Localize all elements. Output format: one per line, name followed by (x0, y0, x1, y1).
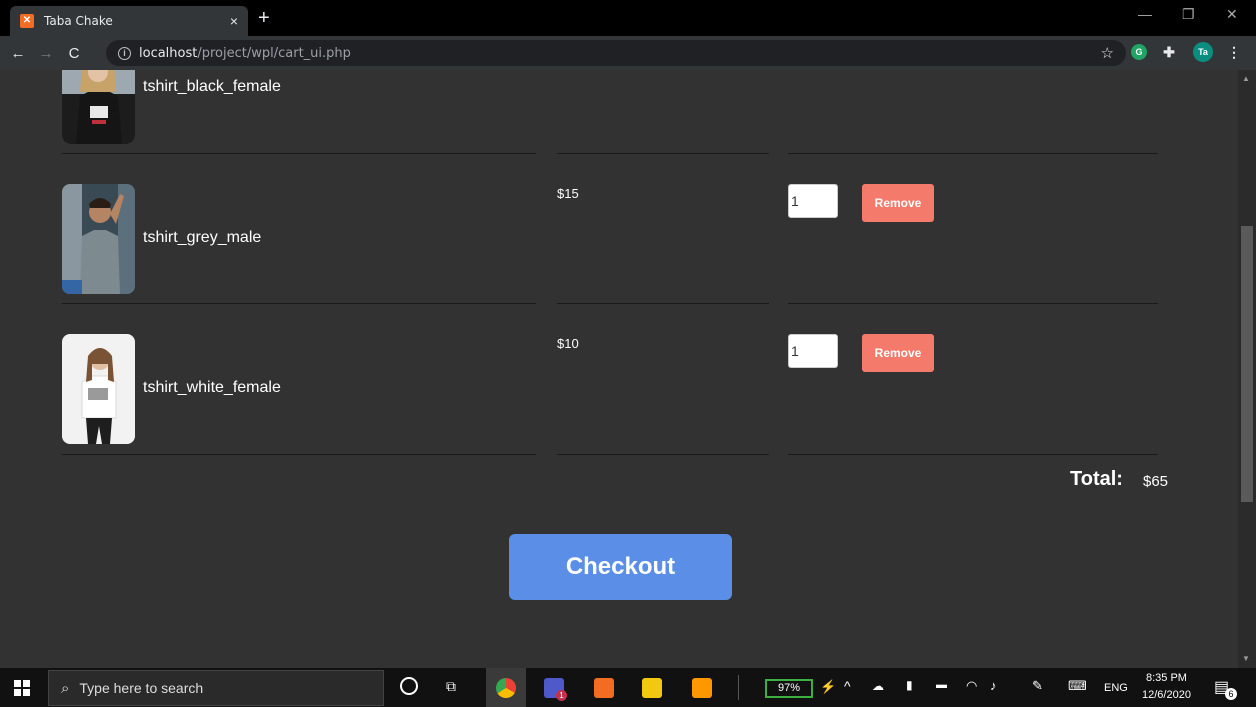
total-label: Total: (1070, 468, 1123, 490)
windows-taskbar: ⌕ Type here to search ⧉ 1 97% ⚡ ^ ☁ ▮ ▬ … (0, 668, 1256, 707)
restore-icon[interactable]: ❐ (1182, 6, 1195, 23)
product-price: $15 (557, 186, 579, 201)
browser-menu-icon[interactable]: ⋮ (1226, 44, 1242, 60)
task-view-icon[interactable]: ⧉ (446, 678, 456, 695)
xampp-favicon-icon: ✕ (20, 14, 34, 28)
minimize-icon[interactable]: — (1138, 6, 1152, 22)
show-hidden-icons-chevron-icon[interactable]: ^ (844, 678, 851, 694)
volume-icon[interactable]: ♪ (990, 678, 997, 693)
search-placeholder: Type here to search (79, 680, 204, 696)
new-tab-button[interactable]: + (258, 8, 270, 28)
forward-icon[interactable]: → (32, 45, 60, 62)
xampp-icon[interactable] (594, 678, 614, 698)
scroll-up-icon[interactable]: ▲ (1242, 74, 1250, 83)
row-divider (62, 153, 536, 154)
row-divider (557, 303, 769, 304)
sublime-text-icon[interactable] (692, 678, 712, 698)
reload-icon[interactable]: C (60, 45, 88, 62)
usb-icon[interactable]: ▮ (906, 678, 913, 692)
pen-icon[interactable]: ✎ (1032, 678, 1043, 694)
chrome-icon[interactable] (496, 678, 516, 698)
scroll-down-icon[interactable]: ▼ (1242, 654, 1250, 663)
product-image-tshirt-white-female (62, 334, 135, 444)
clock-date[interactable]: 12/6/2020 (1142, 689, 1191, 701)
taskbar-search[interactable]: ⌕ Type here to search (48, 670, 384, 706)
bookmark-star-icon[interactable]: ☆ (1101, 44, 1114, 62)
product-image-tshirt-black-female (62, 70, 135, 144)
page-scrollbar[interactable]: ▲ ▼ (1238, 70, 1256, 668)
clock-time[interactable]: 8:35 PM (1146, 672, 1187, 684)
profile-avatar[interactable]: Ta (1193, 42, 1213, 62)
scroll-thumb[interactable] (1241, 226, 1253, 502)
title-bar: ✕ Taba Chake × + — ❐ ✕ (0, 0, 1256, 36)
windows-start-icon[interactable] (14, 680, 30, 696)
product-price: $10 (557, 336, 579, 351)
product-image-tshirt-grey-male (62, 184, 135, 294)
touch-keyboard-icon[interactable]: ⌨ (1068, 678, 1087, 694)
notification-count-badge: 6 (1225, 688, 1237, 700)
grammarly-extension-icon[interactable]: G (1131, 44, 1147, 60)
browser-toolbar: ← → C i localhost/project/wpl/cart_ui.ph… (0, 36, 1256, 70)
onedrive-icon[interactable]: ☁ (872, 679, 884, 693)
product-name: tshirt_white_female (143, 379, 281, 396)
quantity-input[interactable] (788, 334, 838, 368)
remove-button[interactable]: Remove (862, 184, 934, 222)
row-divider (557, 153, 769, 154)
cart-page: tshirt_black_female tshirt_grey_male $15… (0, 70, 1238, 668)
tab-title: Taba Chake (44, 14, 113, 28)
file-explorer-icon[interactable] (642, 678, 662, 698)
row-divider (62, 303, 536, 304)
browser-tab[interactable]: ✕ Taba Chake × (10, 6, 248, 36)
charging-icon: ⚡ (820, 679, 837, 694)
remove-button[interactable]: Remove (862, 334, 934, 372)
wifi-icon[interactable]: ◠ (966, 678, 977, 694)
taskbar-divider (738, 675, 739, 700)
checkout-button[interactable]: Checkout (509, 534, 732, 600)
back-icon[interactable]: ← (4, 45, 32, 62)
url-text: localhost/project/wpl/cart_ui.php (139, 45, 351, 61)
total-value: $65 (1143, 473, 1169, 490)
row-divider (788, 454, 1158, 455)
product-name: tshirt_grey_male (143, 229, 262, 246)
row-divider (788, 303, 1158, 304)
product-name: tshirt_black_female (143, 78, 281, 95)
close-window-icon[interactable]: ✕ (1226, 6, 1238, 23)
language-indicator[interactable]: ENG (1104, 682, 1128, 694)
battery-indicator[interactable]: 97% (765, 679, 813, 698)
row-divider (788, 153, 1158, 154)
tab-close-icon[interactable]: × (230, 13, 238, 29)
teams-badge: 1 (556, 690, 567, 701)
address-bar[interactable]: i localhost/project/wpl/cart_ui.php ☆ (106, 40, 1126, 66)
cortana-icon[interactable] (400, 677, 418, 695)
row-divider (557, 454, 769, 455)
row-divider (62, 454, 536, 455)
battery-tray-icon[interactable]: ▬ (936, 679, 947, 691)
quantity-input[interactable] (788, 184, 838, 218)
info-icon[interactable]: i (118, 46, 131, 60)
search-icon: ⌕ (61, 679, 70, 697)
extensions-puzzle-icon[interactable]: ✚ (1161, 44, 1177, 60)
